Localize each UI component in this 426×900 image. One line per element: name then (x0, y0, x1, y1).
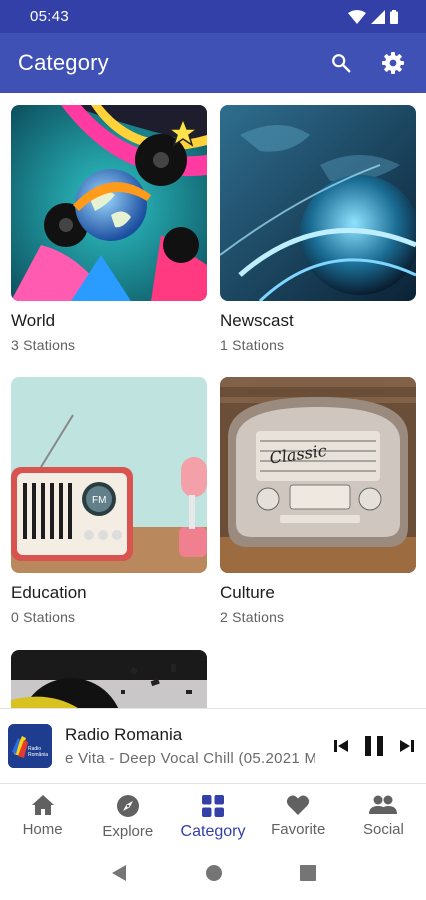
settings-button[interactable] (374, 44, 412, 82)
svg-text:România: România (28, 752, 48, 758)
search-icon (332, 54, 351, 73)
category-card-newscast[interactable]: Newscast 1 Stations (220, 105, 416, 353)
category-card-world[interactable]: World 3 Stations (11, 105, 207, 353)
category-grid[interactable]: World 3 Stations Newscast 1 Stations FM … (0, 93, 426, 708)
compass-icon (116, 795, 139, 817)
nav-item-home[interactable]: Home (0, 785, 85, 845)
category-station-count: 0 Stations (11, 609, 76, 625)
heart-icon (287, 795, 310, 815)
battery-icon (390, 9, 398, 24)
category-image (11, 650, 207, 708)
category-image-culture: Classic (220, 377, 416, 573)
skip-next-icon[interactable] (398, 737, 416, 755)
status-bar: 05:43 (0, 0, 426, 33)
player-station-name: Radio Romania (65, 725, 183, 744)
nav-label-category: Category (180, 823, 246, 840)
recents-icon[interactable] (299, 864, 316, 881)
svg-text:FM: FM (92, 495, 106, 506)
status-time: 05:43 (30, 8, 70, 25)
app-bar: Category (0, 33, 426, 93)
nav-item-social[interactable]: Social (341, 785, 426, 845)
system-navigation-bar (0, 845, 426, 900)
category-name: Culture (220, 583, 275, 602)
skip-previous-icon[interactable] (332, 737, 350, 755)
category-image-education: FM (11, 377, 207, 573)
page-title: Category (18, 50, 109, 75)
home-circle-icon[interactable] (205, 864, 223, 882)
back-icon[interactable] (110, 864, 128, 882)
category-card-culture[interactable]: Classic Culture 2 Stations (220, 377, 416, 625)
people-icon (369, 795, 398, 814)
category-card-education[interactable]: FM Education 0 Stations (11, 377, 207, 625)
category-image-world (11, 105, 207, 301)
pause-icon[interactable] (360, 732, 388, 760)
category-name: Education (11, 583, 87, 602)
grid-icon (202, 795, 224, 817)
category-name: World (11, 311, 56, 330)
status-icons (348, 9, 398, 24)
player-track-title: e Vita - Deep Vocal Chill (05.2021 Mi (65, 750, 315, 767)
category-station-count: 2 Stations (220, 609, 285, 625)
category-image-newscast (220, 105, 416, 301)
category-station-count: 3 Stations (11, 337, 76, 353)
signal-icon (371, 9, 385, 24)
nav-item-favorite[interactable]: Favorite (256, 785, 341, 845)
home-icon (31, 795, 54, 815)
category-name: Newscast (220, 311, 294, 330)
wifi-icon (348, 9, 366, 24)
mini-player[interactable]: Radio România Radio Romania e Vita - Dee… (0, 708, 426, 784)
category-station-count: 1 Stations (220, 337, 285, 353)
nav-label-home: Home (22, 821, 63, 838)
category-card[interactable] (11, 650, 207, 708)
station-logo: Radio România (8, 724, 52, 768)
nav-label-favorite: Favorite (271, 821, 326, 838)
nav-item-explore[interactable]: Explore (85, 785, 170, 845)
bottom-navigation: Home Explore Category Favorite Social (0, 785, 426, 845)
nav-item-category[interactable]: Category (170, 785, 255, 845)
search-button[interactable] (322, 44, 360, 82)
nav-label-explore: Explore (102, 823, 154, 840)
gear-icon (382, 52, 404, 74)
nav-label-social: Social (362, 821, 404, 838)
